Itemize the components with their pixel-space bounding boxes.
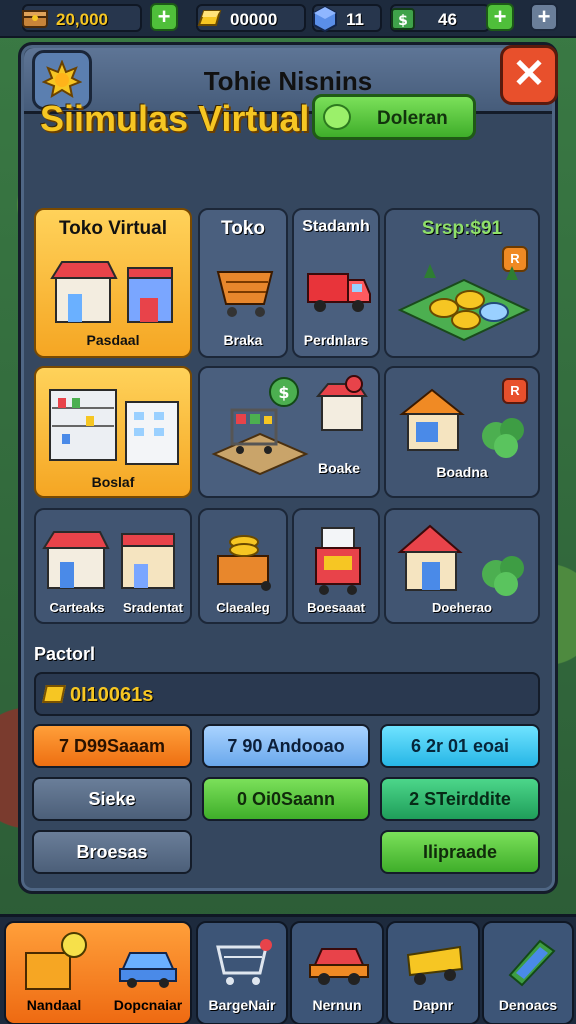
coin-field-icon: [397, 264, 531, 342]
cube-icon: [310, 3, 340, 33]
cubes-counter: 11: [310, 3, 382, 33]
tile-title: Srsp:$91: [421, 218, 503, 239]
tile-pair[interactable]: Carteaks Sradentat: [34, 508, 192, 624]
action-button-1[interactable]: 7 D99Saaam: [32, 724, 192, 768]
tile-label-b: Sradentat: [123, 600, 183, 615]
add-cash-button[interactable]: +: [486, 3, 514, 31]
nav-label: Nernun: [312, 997, 362, 1013]
code-value: 0I10061s: [70, 684, 154, 706]
action-button-7[interactable]: Broesas: [32, 830, 192, 874]
car-icon: [119, 952, 177, 988]
cash-counter: $ 46: [390, 4, 490, 32]
nav-label: Nandaal: [26, 997, 82, 1013]
cubes-value: 11: [346, 10, 364, 29]
tile-label: Boadna: [436, 464, 488, 480]
tile-srsp[interactable]: Srsp:$91 R: [384, 208, 540, 358]
cart-icon: [216, 939, 272, 985]
tile-coins[interactable]: Claealeg: [198, 508, 288, 624]
section-label: Pactorl: [34, 644, 96, 664]
nav-tab-bargain[interactable]: BargeNair: [196, 921, 288, 1024]
action-button-4[interactable]: Sieke: [32, 777, 192, 821]
tile-label: Pasdaal: [86, 332, 140, 348]
box-icon: [25, 932, 87, 990]
action-button-6[interactable]: 2 STeirddite: [380, 777, 540, 821]
action-button-2[interactable]: 7 90 Andooao: [202, 724, 370, 768]
tile-label-a: Carteaks: [49, 600, 105, 615]
gems-value: 00000: [230, 10, 278, 29]
coins-counter: 20,000: [22, 4, 142, 32]
shop-icon: [50, 261, 173, 323]
tile-house[interactable]: R Boadna: [384, 366, 540, 498]
gem-icon: [323, 104, 351, 130]
warehouse-icon: [49, 389, 179, 465]
tile-label: Perdnlars: [303, 332, 369, 348]
more-button[interactable]: +: [530, 3, 558, 31]
nav-label: Dopcnaiar: [113, 997, 183, 1013]
svg-text:$: $: [398, 13, 408, 29]
machine-icon: [315, 527, 361, 595]
treasure-icon: [20, 3, 50, 33]
car-icon: [309, 948, 369, 985]
deliver-button[interactable]: Doleran: [312, 94, 476, 140]
tile-label: Doeherao: [432, 600, 492, 615]
tile-toko-virtual[interactable]: Toko Virtual Pasdaal: [34, 208, 192, 358]
truck-icon: [307, 273, 371, 312]
tile-label: Boake: [317, 460, 361, 476]
add-coins-button[interactable]: +: [150, 3, 178, 31]
close-button[interactable]: ✕: [500, 45, 558, 105]
action-button-3[interactable]: 6 2r 01 eoai: [380, 724, 540, 768]
tile-stadamh[interactable]: Stadamh Perdnlars: [292, 208, 380, 358]
tile-label: Boslaf: [91, 474, 135, 490]
tile-title: Toko Virtual: [58, 218, 168, 239]
tile-title: Toko: [221, 218, 265, 239]
tile-badge: $: [278, 383, 289, 402]
cash-icon: $: [388, 3, 418, 33]
nav-label: Denoacs: [498, 997, 558, 1013]
nav-label: BargeNair: [208, 997, 276, 1013]
gems-counter: 00000: [196, 4, 306, 32]
tile-toko[interactable]: Toko Braka: [198, 208, 288, 358]
stores-icon: [42, 531, 175, 589]
coin-cart-icon: [217, 535, 271, 591]
tile-warehouse[interactable]: Boslaf: [34, 366, 192, 498]
tile-label: Claealeg: [216, 600, 270, 615]
tile-label: Boesaaat: [307, 600, 365, 615]
resource-bar: 20,000 + 00000 11 $ 46 + +: [0, 0, 576, 38]
barn-icon: [397, 524, 524, 596]
nav-tab-active[interactable]: Nandaal Dopcnaiar: [4, 921, 192, 1024]
nav-tab-nernun[interactable]: Nernun: [290, 921, 384, 1024]
tile-barn[interactable]: Doeherao: [384, 508, 540, 624]
tile-cart[interactable]: $ Boake: [198, 366, 380, 498]
gold-bar-icon: [194, 3, 224, 33]
bottom-nav: Nandaal Dopcnaiar BargeNair Nernun Dapnr: [0, 914, 576, 1024]
panel-title: Tohie Nisnins: [203, 66, 373, 96]
gold-icon: [42, 685, 66, 703]
tile-title: Stadamh: [302, 218, 370, 235]
tile-machine[interactable]: Boesaaat: [292, 508, 380, 624]
house-icon: [399, 388, 524, 458]
cart-icon: [216, 271, 274, 317]
action-button-8[interactable]: Ilipraade: [380, 830, 540, 874]
code-field[interactable]: 0I10061s: [34, 672, 540, 716]
tile-label: Braka: [223, 332, 263, 348]
nav-tab-denoacs[interactable]: Denoacs: [482, 921, 574, 1024]
cash-value: 46: [438, 10, 457, 29]
deliver-label: Doleran: [377, 108, 448, 129]
nav-tab-dapnr[interactable]: Dapnr: [386, 921, 480, 1024]
coins-value: 20,000: [56, 10, 108, 29]
gem-icon: [508, 939, 556, 987]
nav-label: Dapnr: [412, 997, 454, 1013]
action-button-5[interactable]: 0 Oi0Saann: [202, 777, 370, 821]
truck-icon: [406, 945, 464, 985]
simulation-title: Siimulas Virtual: [40, 98, 310, 139]
